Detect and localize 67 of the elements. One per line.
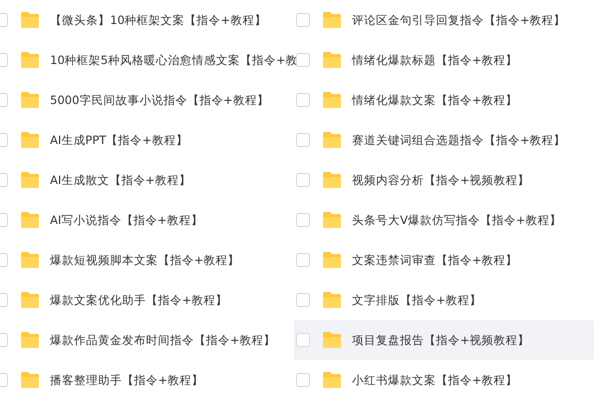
file-row[interactable]: 爆款文案优化助手【指令+教程】 [0, 280, 294, 320]
folder-icon [20, 11, 40, 29]
folder-name[interactable]: 文字排版【指令+教程】 [352, 292, 482, 308]
file-row[interactable]: 爆款作品黄金发布时间指令【指令+教程】 [0, 320, 294, 360]
folder-icon [322, 291, 342, 309]
file-row[interactable]: 项目复盘报告【指令+视频教程】 [294, 320, 594, 360]
folder-icon [322, 211, 342, 229]
folder-name[interactable]: 情绪化爆款文案【指令+教程】 [352, 92, 518, 108]
folder-name[interactable]: 爆款作品黄金发布时间指令【指令+教程】 [50, 332, 276, 348]
folder-name[interactable]: 播客整理助手【指令+教程】 [50, 372, 204, 388]
checkbox[interactable] [296, 373, 310, 387]
folder-name[interactable]: 头条号大V爆款仿写指令【指令+教程】 [352, 212, 562, 228]
file-row[interactable]: 头条号大V爆款仿写指令【指令+教程】 [294, 200, 594, 240]
folder-icon [322, 331, 342, 349]
folder-name[interactable]: 项目复盘报告【指令+视频教程】 [352, 332, 530, 348]
folder-name[interactable]: 爆款文案优化助手【指令+教程】 [50, 292, 228, 308]
file-row[interactable]: 5000字民间故事小说指令【指令+教程】 [0, 80, 294, 120]
folder-name[interactable]: 情绪化爆款标题【指令+教程】 [352, 52, 518, 68]
file-row[interactable]: AI写小说指令【指令+教程】 [0, 200, 294, 240]
folder-icon [322, 371, 342, 389]
folder-icon [20, 211, 40, 229]
checkbox[interactable] [296, 253, 310, 267]
file-row[interactable]: 赛道关键词组合选题指令【指令+教程】 [294, 120, 594, 160]
folder-icon [322, 11, 342, 29]
checkbox[interactable] [296, 53, 310, 67]
folder-icon [322, 91, 342, 109]
file-row[interactable]: 文案违禁词审查【指令+教程】 [294, 240, 594, 280]
folder-icon [20, 371, 40, 389]
folder-name[interactable]: AI生成PPT【指令+教程】 [50, 132, 188, 148]
folder-name[interactable]: AI生成散文【指令+教程】 [50, 172, 191, 188]
file-row[interactable]: 情绪化爆款文案【指令+教程】 [294, 80, 594, 120]
file-row[interactable]: 【微头条】10种框架文案【指令+教程】 [0, 0, 294, 40]
folder-icon [322, 251, 342, 269]
file-row[interactable]: 播客整理助手【指令+教程】 [0, 360, 294, 400]
file-row[interactable]: 文字排版【指令+教程】 [294, 280, 594, 320]
checkbox[interactable] [296, 13, 310, 27]
file-row[interactable]: 爆款短视频脚本文案【指令+教程】 [0, 240, 294, 280]
checkbox[interactable] [296, 213, 310, 227]
checkbox[interactable] [296, 173, 310, 187]
folder-name[interactable]: 5000字民间故事小说指令【指令+教程】 [50, 92, 269, 108]
folder-name[interactable]: 文案违禁词审查【指令+教程】 [352, 252, 518, 268]
folder-name[interactable]: 赛道关键词组合选题指令【指令+教程】 [352, 132, 566, 148]
file-row[interactable]: 评论区金句引导回复指令【指令+教程】 [294, 0, 594, 40]
folder-icon [322, 51, 342, 69]
folder-icon [20, 331, 40, 349]
file-row[interactable]: AI生成散文【指令+教程】 [0, 160, 294, 200]
folder-name[interactable]: AI写小说指令【指令+教程】 [50, 212, 203, 228]
checkbox[interactable] [296, 133, 310, 147]
folder-name[interactable]: 【微头条】10种框架文案【指令+教程】 [50, 12, 266, 28]
file-row[interactable]: 小红书爆款文案【指令+教程】 [294, 360, 594, 400]
file-row[interactable]: 视频内容分析【指令+视频教程】 [294, 160, 594, 200]
folder-name[interactable]: 爆款短视频脚本文案【指令+教程】 [50, 252, 240, 268]
checkbox[interactable] [296, 333, 310, 347]
checkbox[interactable] [296, 93, 310, 107]
checkbox[interactable] [296, 293, 310, 307]
folder-name[interactable]: 视频内容分析【指令+视频教程】 [352, 172, 530, 188]
folder-icon [20, 251, 40, 269]
folder-icon [20, 91, 40, 109]
file-row[interactable]: AI生成PPT【指令+教程】 [0, 120, 294, 160]
folder-name[interactable]: 评论区金句引导回复指令【指令+教程】 [352, 12, 566, 28]
folder-icon [20, 171, 40, 189]
folder-icon [20, 291, 40, 309]
folder-icon [20, 131, 40, 149]
folder-name[interactable]: 小红书爆款文案【指令+教程】 [352, 372, 518, 388]
folder-icon [20, 51, 40, 69]
folder-icon [322, 131, 342, 149]
folder-icon [322, 171, 342, 189]
